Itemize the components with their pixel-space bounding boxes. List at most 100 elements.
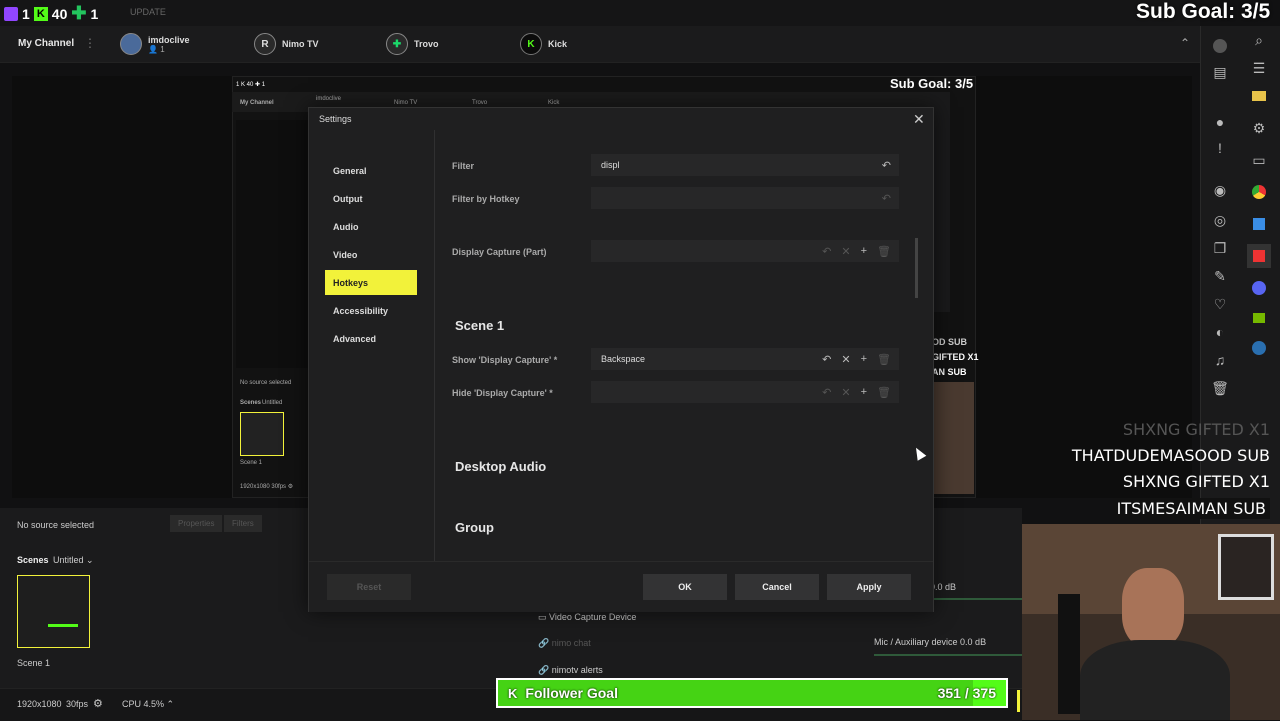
sub-goal: Sub Goal: 3/5 xyxy=(1136,0,1271,23)
nested-counter: 1 K 40 ✚ 1 xyxy=(236,82,266,88)
nested-no-source: No source selected xyxy=(240,380,292,386)
copy-icon[interactable]: ❐ xyxy=(1208,236,1232,260)
chevron-up-icon[interactable]: ⌃ xyxy=(1180,36,1190,50)
follower-goal-bar: K Follower Goal 351 / 375 xyxy=(496,678,1008,708)
clear-icon[interactable]: ✕ xyxy=(841,353,850,366)
search-icon[interactable]: ⌕ xyxy=(1247,28,1271,52)
dialog-footer: Reset OK Cancel Apply xyxy=(309,561,933,612)
channel-trovo[interactable]: ✚ Trovo xyxy=(386,30,439,58)
chat-icon[interactable]: ● xyxy=(1208,110,1232,134)
nav-general[interactable]: General xyxy=(325,158,417,183)
music-icon[interactable]: ♫ xyxy=(1208,348,1232,372)
viewer-count: 👤 1 xyxy=(148,44,165,54)
nested-scene-label: Scene 1 xyxy=(240,460,263,466)
update-text: UPDATE xyxy=(130,7,166,17)
webcam-body xyxy=(1080,640,1230,720)
my-channel-label[interactable]: My Channel xyxy=(18,38,74,49)
trash-icon[interactable]: 🗑 xyxy=(877,386,891,399)
nav-video[interactable]: Video xyxy=(325,242,417,267)
revert-icon[interactable]: ↶ xyxy=(882,159,891,172)
store-icon[interactable] xyxy=(1247,212,1271,236)
nested-channel-2: Nimo TV xyxy=(394,100,418,106)
channel-kick[interactable]: K Kick xyxy=(520,30,567,58)
apply-button[interactable]: Apply xyxy=(827,574,911,600)
filter-hotkey-input[interactable]: ↶ xyxy=(591,187,899,209)
trash-icon[interactable]: 🗑 xyxy=(877,353,891,366)
add-icon[interactable]: + xyxy=(861,353,867,366)
add-icon[interactable]: + xyxy=(861,386,867,399)
revert-icon[interactable]: ↶ xyxy=(822,353,831,366)
source-item[interactable]: 🔗 nimotv alerts xyxy=(538,665,603,676)
nav-accessibility[interactable]: Accessibility xyxy=(325,298,417,323)
hotkey-input[interactable]: ↶ ✕ + 🗑 xyxy=(591,240,899,262)
revert-icon[interactable]: ↶ xyxy=(822,245,831,258)
scrollbar[interactable] xyxy=(915,238,918,298)
nested-sub-goal: Sub Goal: 3/5 xyxy=(890,76,974,91)
ok-button[interactable]: OK xyxy=(643,574,727,600)
scene-thumbnail[interactable] xyxy=(17,575,90,648)
channel-name: Nimo TV xyxy=(282,39,319,49)
panel-icon[interactable]: ☰ xyxy=(1247,56,1271,80)
webcam-icon[interactable]: ◎ xyxy=(1208,208,1232,232)
channel-imdoclive[interactable]: imdoclive 👤 1 xyxy=(120,30,190,58)
clear-icon[interactable]: ✕ xyxy=(841,245,850,258)
nested-feed-3: AN SUB xyxy=(932,367,967,377)
adobe-icon[interactable] xyxy=(1247,244,1271,268)
cancel-button[interactable]: Cancel xyxy=(735,574,819,600)
folder-icon[interactable] xyxy=(1247,84,1271,108)
source-item[interactable]: ▭ Video Capture Device xyxy=(538,612,636,623)
monitor-icon[interactable]: ▭ xyxy=(1247,148,1271,172)
discord-icon[interactable] xyxy=(1247,276,1271,300)
hotkey-input[interactable]: Backspace ↶ ✕ + 🗑 xyxy=(591,348,899,370)
webcam-chair xyxy=(1058,594,1080,714)
nav-hotkeys[interactable]: Hotkeys xyxy=(325,270,417,295)
twitch-icon xyxy=(4,6,18,21)
source-item[interactable]: 🔗 nimo chat xyxy=(538,638,591,649)
feed-item: THATDUDEMASOOD SUB xyxy=(1071,446,1270,465)
filters-button[interactable]: Filters xyxy=(224,515,262,532)
cpu-usage[interactable]: CPU 4.5% ⌃ xyxy=(122,699,174,710)
camera-icon[interactable]: ◉ xyxy=(1208,178,1232,202)
nav-advanced[interactable]: Advanced xyxy=(325,326,417,351)
section-scene: Scene 1 xyxy=(455,318,505,333)
more-icon[interactable]: ⋮ xyxy=(84,36,96,50)
nested-my-channel: My Channel xyxy=(240,100,274,106)
layout-icon[interactable]: ▤ xyxy=(1208,60,1232,84)
filter-input[interactable]: displ ↶ xyxy=(591,154,899,176)
nvidia-icon[interactable] xyxy=(1247,306,1271,330)
revert-icon[interactable]: ↶ xyxy=(822,386,831,399)
nested-feed-2: GIFTED X1 xyxy=(932,352,979,362)
heart-icon[interactable]: ♡ xyxy=(1208,292,1232,316)
channel-nimo[interactable]: R Nimo TV xyxy=(254,30,319,58)
scenes-heading: Scenes xyxy=(17,555,49,565)
clear-icon[interactable]: ✕ xyxy=(841,386,850,399)
follower-goal-label: Follower Goal xyxy=(525,685,618,701)
settings-dialog: Settings ✕ General Output Audio Video Ho… xyxy=(308,107,934,612)
trash-icon[interactable]: 🗑 xyxy=(877,245,891,258)
channel-name: Trovo xyxy=(414,39,439,49)
nested-channel-4: Kick xyxy=(548,100,560,106)
palette-icon[interactable]: ◐ xyxy=(1208,320,1232,344)
gear-icon[interactable]: ⚙ xyxy=(93,697,103,710)
alert-icon[interactable]: ! xyxy=(1208,136,1232,160)
revert-icon[interactable]: ↶ xyxy=(882,192,891,205)
trash-icon[interactable]: 🗑 xyxy=(1208,376,1232,400)
brush-icon[interactable]: ✎ xyxy=(1208,264,1232,288)
nav-audio[interactable]: Audio xyxy=(325,214,417,239)
webcam-frame xyxy=(1218,534,1274,600)
nav-output[interactable]: Output xyxy=(325,186,417,211)
close-icon[interactable]: ✕ xyxy=(913,111,925,128)
scene-collection-dropdown[interactable]: Untitled ⌄ xyxy=(53,555,94,566)
chrome-icon[interactable] xyxy=(1247,180,1271,204)
properties-button[interactable]: Properties xyxy=(170,515,223,532)
hotkey-input[interactable]: ↶ ✕ + 🗑 xyxy=(591,381,899,403)
hotkey-label: Show 'Display Capture' * xyxy=(452,355,558,365)
trovo-icon: ✚ xyxy=(386,33,408,55)
steam-icon[interactable] xyxy=(1247,336,1271,360)
add-icon[interactable]: + xyxy=(861,245,867,258)
feed-item: SHXNG GIFTED X1 xyxy=(1122,420,1270,439)
overlay-counter: 1 K 40 ✚ 1 xyxy=(4,3,98,24)
reset-button[interactable]: Reset xyxy=(327,574,411,600)
gear-icon[interactable]: ⚙ xyxy=(1247,116,1271,140)
user-icon[interactable] xyxy=(1208,34,1232,58)
